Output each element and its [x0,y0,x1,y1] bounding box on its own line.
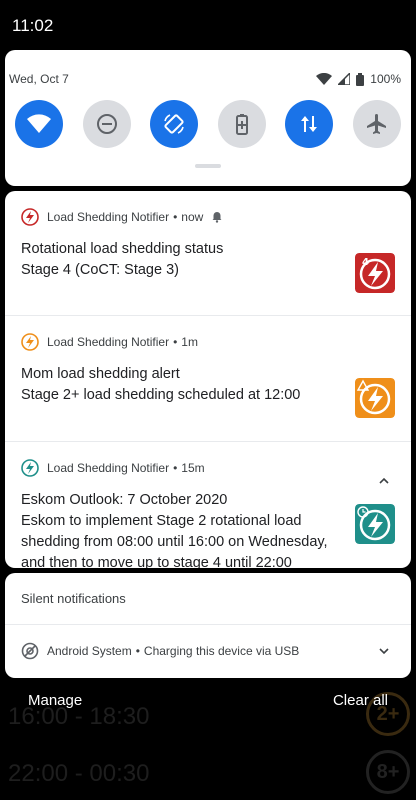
mobile-data-tile[interactable] [285,100,334,148]
clock-lightning-icon [355,504,395,544]
stage-badge: 4 [362,257,369,268]
do-not-disturb-tile[interactable] [82,100,131,148]
battery-saver-tile[interactable] [217,100,266,148]
notification-time: now [181,210,204,224]
silent-notifications-header: Silent notifications [5,573,411,625]
status-bar: 11:02 [0,0,416,50]
notification-title: Rotational load shedding status [21,241,224,257]
notification-title: Eskom Outlook: 7 October 2020 [21,492,228,508]
app-name: Load Shedding Notifier [47,335,170,349]
notification-text: Charging this device via USB [143,644,300,658]
battery-percent: 100% [370,72,401,86]
notification-text: Stage 4 (CoCT: Stage 3) [21,262,179,278]
lightning-app-icon [21,208,39,226]
chevron-up-icon[interactable] [377,474,391,488]
wifi-signal-icon [316,73,333,85]
background-time-slot: 22:00 - 00:30 [8,760,150,787]
date-label: Wed, Oct 7 [9,72,69,86]
notification-title: Mom load shedding alert [21,366,180,382]
status-icons: 100% [316,72,401,86]
battery-saver-icon [235,114,248,135]
auto-rotate-icon [164,114,184,134]
wifi-icon [27,114,51,133]
clear-all-button[interactable]: Clear all [333,692,388,709]
alert-bell-icon [212,212,222,223]
drag-handle[interactable] [195,164,221,168]
notification-actions-bar: Manage Clear all [0,686,416,714]
wifi-tile[interactable] [15,100,63,148]
chevron-down-icon[interactable] [377,644,391,658]
notification-group: Load Shedding Notifier • now Rotational … [5,191,411,568]
notification-time: 15m [181,461,205,475]
lightning-app-icon [21,333,39,351]
app-name: Load Shedding Notifier [47,461,170,475]
android-system-icon [21,642,39,660]
notification-time: 1m [181,335,198,349]
android-system-notification[interactable]: Android System • Charging this device vi… [5,625,411,677]
silent-notifications-section: Silent notifications Android System • Ch… [5,573,411,678]
stage-4-lightning-icon: 4 [355,253,395,293]
warning-lightning-icon [355,378,395,418]
mobile-data-icon [301,116,318,132]
notification-text: Stage 2+ load shedding scheduled at 12:0… [21,387,301,403]
clock: 11:02 [12,16,54,35]
app-name: Load Shedding Notifier [47,210,170,224]
quick-settings-panel: Wed, Oct 7 100% [5,50,411,186]
notification-item[interactable]: Load Shedding Notifier • 15m Eskom Outlo… [5,456,411,568]
notification-text: Eskom to implement Stage 2 rotational lo… [21,513,328,568]
battery-icon [356,72,365,86]
notification-item[interactable]: Load Shedding Notifier • 1m Mom load she… [5,330,411,442]
notification-item[interactable]: Load Shedding Notifier • now Rotational … [5,205,411,316]
do-not-disturb-icon [96,114,117,134]
cell-signal-icon [338,73,351,85]
app-name: Android System [47,644,132,658]
airplane-icon [366,114,386,134]
manage-button[interactable]: Manage [28,692,82,709]
auto-rotate-tile[interactable] [150,100,199,148]
airplane-mode-tile[interactable] [352,100,401,148]
lightning-app-icon [21,459,39,477]
background-stage-badge: 8+ [366,750,410,794]
